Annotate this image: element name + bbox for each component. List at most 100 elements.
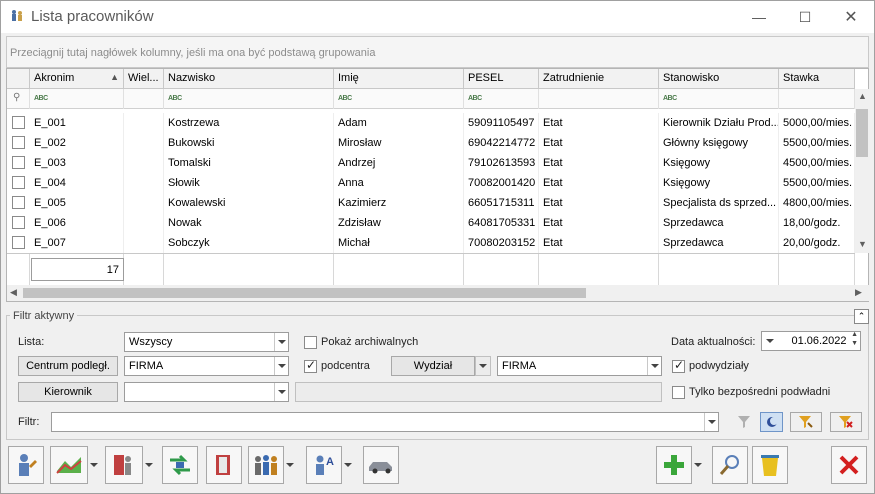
calendar-dropdown-icon[interactable]	[766, 339, 774, 343]
cell-wielkosc[interactable]	[124, 113, 164, 133]
cell-pesel[interactable]: 70082001420	[464, 173, 539, 193]
table-row[interactable]: E_004 Słowik Anna 70082001420 Etat Księgowy 55…	[7, 173, 855, 193]
dismiss-button[interactable]	[206, 446, 242, 484]
cell-wielkosc[interactable]	[124, 173, 164, 193]
cell-imie[interactable]: Kazimierz	[334, 193, 464, 213]
show-archived-checkbox[interactable]	[304, 336, 317, 349]
text-person-dropdown[interactable]	[342, 446, 354, 484]
cell-akronim[interactable]: E_004	[30, 173, 124, 193]
table-row[interactable]: E_002 Bukowski Mirosław 69042214772 Etat Głów…	[7, 133, 855, 153]
cell-stanowisko[interactable]: Księgowy	[659, 153, 779, 173]
column-header-akronim[interactable]: Akronim ▲	[30, 69, 124, 89]
table-row[interactable]: E_001 Kostrzewa Adam 59091105497 Etat Kierown…	[7, 113, 855, 133]
cell-imie[interactable]: Andrzej	[334, 153, 464, 173]
cell-akronim[interactable]: E_001	[30, 113, 124, 133]
transfer-button[interactable]	[162, 446, 198, 484]
cell-stawka[interactable]: 18,00/godz.	[779, 213, 855, 233]
column-header-imie[interactable]: Imię	[334, 69, 464, 89]
cell-stanowisko[interactable]: Sprzedawca	[659, 233, 779, 253]
cell-akronim[interactable]: E_002	[30, 133, 124, 153]
column-header-nazwisko[interactable]: Nazwisko	[164, 69, 334, 89]
text-person-button[interactable]: A	[306, 446, 342, 484]
filter-clear-icon[interactable]	[830, 412, 862, 432]
cell-nazwisko[interactable]: Kostrzewa	[164, 113, 334, 133]
minimize-button[interactable]: —	[736, 1, 782, 33]
row-checkbox[interactable]	[12, 176, 25, 189]
calendar-dropdown[interactable]	[143, 446, 155, 484]
cell-akronim[interactable]: E_007	[30, 233, 124, 253]
cell-zatrudnienie[interactable]: Etat	[539, 193, 659, 213]
close-button[interactable]	[831, 446, 867, 484]
charts-button[interactable]	[50, 446, 88, 484]
cell-wielkosc[interactable]	[124, 213, 164, 233]
group-dropdown[interactable]	[284, 446, 296, 484]
group-by-area[interactable]: Przeciągnij tutaj nagłówek kolumny, jeśl…	[6, 36, 869, 68]
cell-pesel[interactable]: 59091105497	[464, 113, 539, 133]
column-header-wielkosc[interactable]: Wiel...	[124, 69, 164, 89]
row-checkbox[interactable]	[12, 236, 25, 249]
cell-stanowisko[interactable]: Kierownik Działu Prod...	[659, 113, 779, 133]
cell-stanowisko[interactable]: Specjalista ds sprzed...	[659, 193, 779, 213]
wydzial-button[interactable]: Wydział	[391, 356, 475, 376]
filter-row-indicator[interactable]: ⚲	[7, 89, 30, 109]
column-header-stawka[interactable]: Stawka	[779, 69, 855, 89]
kierownik-select[interactable]	[124, 382, 289, 402]
cell-nazwisko[interactable]: Tomalski	[164, 153, 334, 173]
calendar-person-button[interactable]	[105, 446, 143, 484]
cell-pesel[interactable]: 69042214772	[464, 133, 539, 153]
spin-down-icon[interactable]: ▼	[851, 340, 858, 347]
car-button[interactable]	[363, 446, 399, 484]
filter-cell-zatrudnienie[interactable]	[539, 89, 659, 109]
column-header-stanowisko[interactable]: Stanowisko	[659, 69, 779, 89]
cell-wielkosc[interactable]	[124, 193, 164, 213]
funnel-icon[interactable]	[732, 412, 755, 432]
lista-select[interactable]: Wszyscy	[124, 332, 289, 352]
cell-nazwisko[interactable]: Słowik	[164, 173, 334, 193]
cell-pesel[interactable]: 79102613593	[464, 153, 539, 173]
chevron-down-icon[interactable]	[274, 357, 288, 375]
table-row[interactable]: E_003 Tomalski Andrzej 79102613593 Etat Księg…	[7, 153, 855, 173]
cell-pesel[interactable]: 66051715311	[464, 193, 539, 213]
cell-akronim[interactable]: E_005	[30, 193, 124, 213]
cell-stanowisko[interactable]: Główny księgowy	[659, 133, 779, 153]
filter-cell-nazwisko[interactable]: ABC	[164, 89, 334, 109]
centrum-button[interactable]: Centrum podległ.	[18, 356, 118, 376]
cell-stawka[interactable]: 20,00/godz.	[779, 233, 855, 253]
employee-record-button[interactable]	[8, 446, 44, 484]
cell-wielkosc[interactable]	[124, 133, 164, 153]
cell-nazwisko[interactable]: Sobczyk	[164, 233, 334, 253]
cell-wielkosc[interactable]	[124, 153, 164, 173]
cell-nazwisko[interactable]: Kowalewski	[164, 193, 334, 213]
filter-input[interactable]	[51, 412, 719, 432]
podwydzialy-checkbox[interactable]	[672, 358, 685, 373]
chevron-down-icon[interactable]	[476, 357, 490, 375]
delete-button[interactable]	[752, 446, 788, 484]
row-checkbox[interactable]	[12, 156, 25, 169]
scroll-down-icon[interactable]: ▼	[858, 239, 867, 249]
scroll-up-icon[interactable]: ▲	[858, 91, 867, 101]
spin-up-icon[interactable]: ▲	[851, 332, 858, 338]
scroll-left-icon[interactable]: ◀	[10, 287, 17, 298]
wydzial-select[interactable]: FIRMA	[497, 356, 662, 376]
cell-stawka[interactable]: 4500,00/mies.	[779, 153, 855, 173]
table-row[interactable]: E_007 Sobczyk Michał 70080203152 Etat Sprzeda…	[7, 233, 855, 253]
cell-akronim[interactable]: E_003	[30, 153, 124, 173]
add-dropdown[interactable]	[692, 446, 704, 484]
wydzial-dropdown[interactable]	[475, 356, 491, 376]
horizontal-scroll-thumb[interactable]	[23, 288, 586, 298]
edit-button[interactable]	[712, 446, 748, 484]
table-row[interactable]: E_005 Kowalewski Kazimierz 66051715311 Etat S…	[7, 193, 855, 213]
column-header-pesel[interactable]: PESEL	[464, 69, 539, 89]
vertical-scroll-thumb[interactable]	[856, 109, 868, 157]
chevron-down-icon[interactable]	[274, 383, 288, 401]
direct-subordinates-checkbox[interactable]	[672, 386, 685, 399]
podcentra-checkbox[interactable]	[304, 358, 317, 373]
row-checkbox[interactable]	[12, 216, 25, 229]
column-header-zatrudnienie[interactable]: Zatrudnienie	[539, 69, 659, 89]
row-checkbox[interactable]	[12, 116, 25, 129]
cell-stanowisko[interactable]: Sprzedawca	[659, 213, 779, 233]
filter-cell-wielkosc[interactable]	[124, 89, 164, 109]
moon-filter-icon[interactable]	[760, 412, 783, 432]
add-button[interactable]	[656, 446, 692, 484]
collapse-filter-icon[interactable]: ⌃	[854, 309, 869, 324]
